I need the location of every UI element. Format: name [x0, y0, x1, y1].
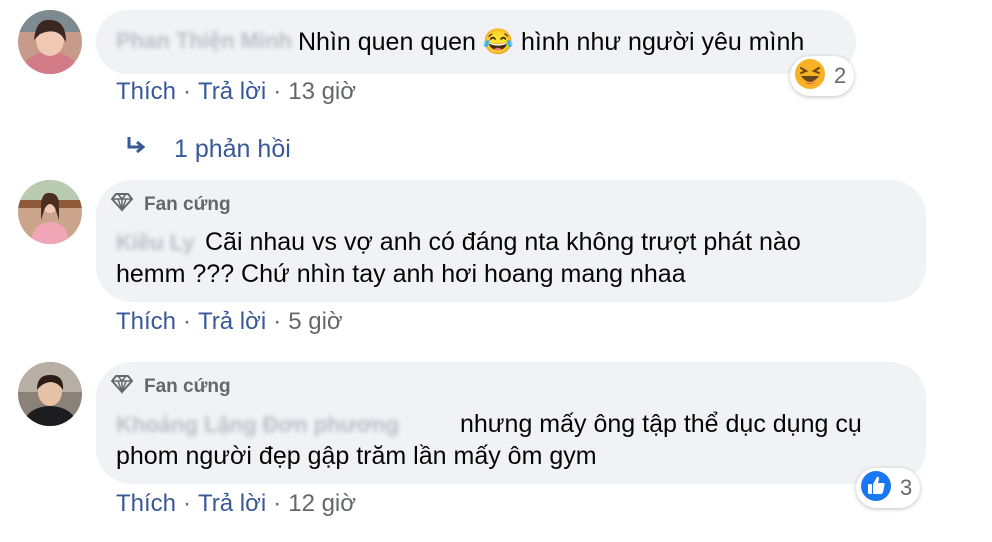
replies-count-label: 1 phản hồi — [174, 135, 291, 163]
reaction-count: 3 — [900, 475, 913, 500]
separator: · — [273, 490, 282, 517]
reaction-summary[interactable]: 2 — [790, 56, 855, 96]
comment-text-line: Nhìn quen quen 😂 hình như người yêu mình — [298, 28, 805, 56]
like-link[interactable]: Thích — [116, 78, 176, 106]
comment-author[interactable]: Khoảng Lặng Đơn phương — [116, 412, 399, 438]
reaction-summary[interactable]: 3 — [856, 468, 921, 508]
comment-author[interactable]: Kiều Ly — [116, 230, 195, 256]
view-replies-button[interactable]: 1 phản hồi — [124, 134, 291, 165]
comment-text-line: hemm ??? Chứ nhìn tay anh hơi hoang mang… — [116, 260, 686, 288]
comment-actions: Thích · Trả lời · 5 giờ — [116, 308, 343, 336]
badge-label: Fan cứng — [144, 376, 231, 397]
comment-text: nhưng mấy ông tập thể dục dụng cụ — [460, 408, 862, 440]
reply-link[interactable]: Trả lời — [198, 78, 266, 106]
top-fan-badge[interactable]: Fan cứng — [110, 374, 231, 400]
reply-arrow-icon — [124, 134, 148, 165]
comment-timestamp[interactable]: 5 giờ — [288, 308, 342, 336]
commenter-avatar[interactable] — [18, 10, 82, 74]
badge-label: Fan cứng — [144, 194, 231, 215]
like-link[interactable]: Thích — [116, 490, 176, 518]
laughing-emoji-icon — [794, 58, 826, 95]
comment-text-line: phom người đẹp gập trăm lần mấy ôm gym — [116, 442, 597, 470]
commenter-avatar[interactable] — [18, 180, 82, 244]
comment-text: phom người đẹp gập trăm lần mấy ôm gym — [116, 440, 597, 472]
top-fan-badge[interactable]: Fan cứng — [110, 192, 231, 218]
comment-text: Nhìn quen quen 😂 hình như người yêu mình — [298, 26, 804, 58]
reply-link[interactable]: Trả lời — [198, 490, 266, 518]
diamond-icon — [110, 374, 134, 400]
separator: · — [183, 308, 192, 335]
comment-text-line: Cãi nhau vs vợ anh có đáng nta không trư… — [205, 228, 801, 256]
reply-link[interactable]: Trả lời — [198, 308, 266, 336]
separator: · — [183, 78, 192, 105]
separator: · — [183, 490, 192, 517]
separator: · — [273, 78, 282, 105]
like-link[interactable]: Thích — [116, 308, 176, 336]
thumbs-up-icon — [860, 470, 892, 507]
comment-text: hemm ??? Chứ nhìn tay anh hơi hoang mang… — [116, 258, 686, 290]
comment-actions: Thích · Trả lời · 12 giờ — [116, 490, 356, 518]
comment-text-line: nhưng mấy ông tập thể dục dụng cụ — [460, 410, 862, 438]
separator: · — [273, 308, 282, 335]
diamond-icon — [110, 192, 134, 218]
comment-timestamp[interactable]: 12 giờ — [288, 490, 356, 518]
comment-author[interactable]: Phan Thiện Minh — [116, 28, 292, 54]
comment-timestamp[interactable]: 13 giờ — [288, 78, 356, 106]
reaction-count: 2 — [834, 63, 847, 88]
comment-text: Cãi nhau vs vợ anh có đáng nta không trư… — [205, 226, 801, 258]
commenter-avatar[interactable] — [18, 362, 82, 426]
comment-actions: Thích · Trả lời · 13 giờ — [116, 78, 356, 106]
